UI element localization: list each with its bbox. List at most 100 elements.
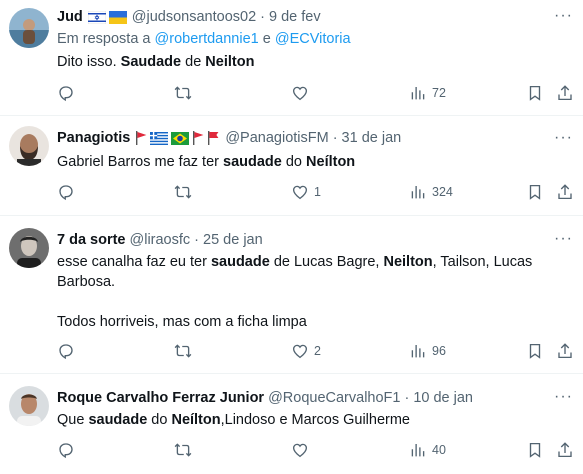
display-name[interactable]: Panagiotis xyxy=(57,130,130,146)
reply-button[interactable] xyxy=(57,84,80,102)
bookmark-icon xyxy=(526,84,544,102)
tweet-date[interactable]: 31 de jan xyxy=(342,130,402,146)
views-button[interactable]: 72 xyxy=(409,84,446,102)
greece-flag-icon xyxy=(150,131,169,145)
retweet-button[interactable] xyxy=(174,183,197,201)
tweet[interactable]: 7 da sorte @liraosfc · 25 de jan ··· ess… xyxy=(0,216,583,374)
separator-dot: · xyxy=(332,130,338,146)
reply-mention-link[interactable]: @ECVitoria xyxy=(275,31,351,47)
views-button[interactable]: 40 xyxy=(409,441,446,459)
more-menu-icon[interactable]: ··· xyxy=(554,7,573,25)
reply-mention-link[interactable]: @robertdannie1 xyxy=(155,31,259,47)
tweet-header: Panagiotis @PanagiotisFM · 31 de jan xyxy=(57,130,401,146)
user-handle[interactable]: @PanagiotisFM xyxy=(225,130,328,146)
avatar[interactable] xyxy=(9,126,49,166)
brazil-flag-icon xyxy=(171,131,190,145)
highlight-term: Neílton xyxy=(171,412,221,428)
reply-button[interactable] xyxy=(57,441,80,459)
display-name[interactable]: 7 da sorte xyxy=(57,232,126,248)
tweet[interactable]: Roque Carvalho Ferraz Junior @RoqueCarva… xyxy=(0,374,583,474)
reply-icon xyxy=(57,342,75,360)
reply-joiner: e xyxy=(258,31,275,47)
more-menu-icon[interactable]: ··· xyxy=(554,230,573,248)
share-button[interactable] xyxy=(556,84,574,102)
name-flags xyxy=(87,10,127,24)
views-button[interactable]: 96 xyxy=(409,342,446,360)
avatar[interactable] xyxy=(9,228,49,268)
bookmark-button[interactable] xyxy=(526,183,544,201)
share-button[interactable] xyxy=(556,342,574,360)
user-handle[interactable]: @liraosfc xyxy=(130,232,191,248)
reply-icon xyxy=(57,84,75,102)
tweet-date[interactable]: 25 de jan xyxy=(203,232,263,248)
user-handle[interactable]: @RoqueCarvalhoF1 xyxy=(268,390,400,406)
display-name[interactable]: Roque Carvalho Ferraz Junior xyxy=(57,390,264,406)
tweet-date[interactable]: 9 de fev xyxy=(269,9,321,25)
more-menu-icon[interactable]: ··· xyxy=(554,129,573,147)
red-flag-icon xyxy=(208,131,219,145)
share-icon xyxy=(556,183,574,201)
like-icon xyxy=(291,84,309,102)
views-icon xyxy=(409,84,427,102)
highlight-term: Neilton xyxy=(383,254,433,270)
retweet-button[interactable] xyxy=(174,342,197,360)
action-bar: 2 96 xyxy=(0,342,583,364)
highlight-term: Neílton xyxy=(306,154,356,170)
like-button[interactable] xyxy=(291,84,314,102)
share-button[interactable] xyxy=(556,183,574,201)
bookmark-button[interactable] xyxy=(526,342,544,360)
like-count: 1 xyxy=(314,185,321,199)
bookmark-button[interactable] xyxy=(526,84,544,102)
highlight-term: Neilton xyxy=(205,54,255,70)
bookmark-icon xyxy=(526,183,544,201)
tweet[interactable]: Jud @judsonsantoos02 · 9 de fev ··· Em r… xyxy=(0,0,583,116)
more-menu-icon[interactable]: ··· xyxy=(554,388,573,406)
tweet-text: Gabriel Barros me faz ter saudade do Neí… xyxy=(57,152,567,172)
reply-button[interactable] xyxy=(57,342,80,360)
text-segment: Que xyxy=(57,412,89,428)
share-icon xyxy=(556,84,574,102)
ukraine-flag-icon xyxy=(108,10,127,24)
tweet-text: Que saudade do Neílton,Lindoso e Marcos … xyxy=(57,410,567,430)
reply-button[interactable] xyxy=(57,183,80,201)
views-icon xyxy=(409,183,427,201)
like-button[interactable]: 2 xyxy=(291,342,321,360)
text-segment: de xyxy=(181,54,206,70)
like-button[interactable]: 1 xyxy=(291,183,321,201)
avatar[interactable] xyxy=(9,386,49,426)
tweet-text-paragraph: Todos horriveis, mas com a ficha limpa xyxy=(57,314,307,330)
name-flags xyxy=(135,131,220,145)
avatar[interactable] xyxy=(9,8,49,48)
views-count: 324 xyxy=(432,185,453,199)
views-count: 72 xyxy=(432,86,446,100)
like-count: 2 xyxy=(314,344,321,358)
share-icon xyxy=(556,441,574,459)
bookmark-button[interactable] xyxy=(526,441,544,459)
like-icon xyxy=(291,342,309,360)
like-button[interactable] xyxy=(291,441,314,459)
retweet-icon xyxy=(174,441,192,459)
retweet-button[interactable] xyxy=(174,441,197,459)
retweet-button[interactable] xyxy=(174,84,197,102)
display-name[interactable]: Jud xyxy=(57,9,83,25)
separator-dot: · xyxy=(260,9,265,25)
text-segment: Gabriel Barros me faz ter xyxy=(57,154,223,170)
views-icon xyxy=(409,441,427,459)
like-icon xyxy=(291,183,309,201)
tweet-header: Roque Carvalho Ferraz Junior @RoqueCarva… xyxy=(57,390,473,406)
tweet-header: Jud @judsonsantoos02 · 9 de fev xyxy=(57,9,321,25)
tweet-text: esse canalha faz eu ter saudade de Lucas… xyxy=(57,252,547,292)
retweet-icon xyxy=(174,84,192,102)
action-bar: 40 xyxy=(0,441,583,463)
share-button[interactable] xyxy=(556,441,574,459)
like-icon xyxy=(291,441,309,459)
text-segment: Dito isso. xyxy=(57,54,121,70)
tweet[interactable]: Panagiotis @PanagiotisFM · 31 de jan ···… xyxy=(0,116,583,216)
text-segment: esse canalha faz eu ter xyxy=(57,254,211,270)
reply-context: Em resposta a @robertdannie1 e @ECVitori… xyxy=(57,31,351,47)
retweet-icon xyxy=(174,342,192,360)
tweet-date[interactable]: 10 de jan xyxy=(413,390,473,406)
views-button[interactable]: 324 xyxy=(409,183,453,201)
user-handle[interactable]: @judsonsantoos02 xyxy=(132,9,256,25)
action-bar: 72 xyxy=(0,84,583,106)
